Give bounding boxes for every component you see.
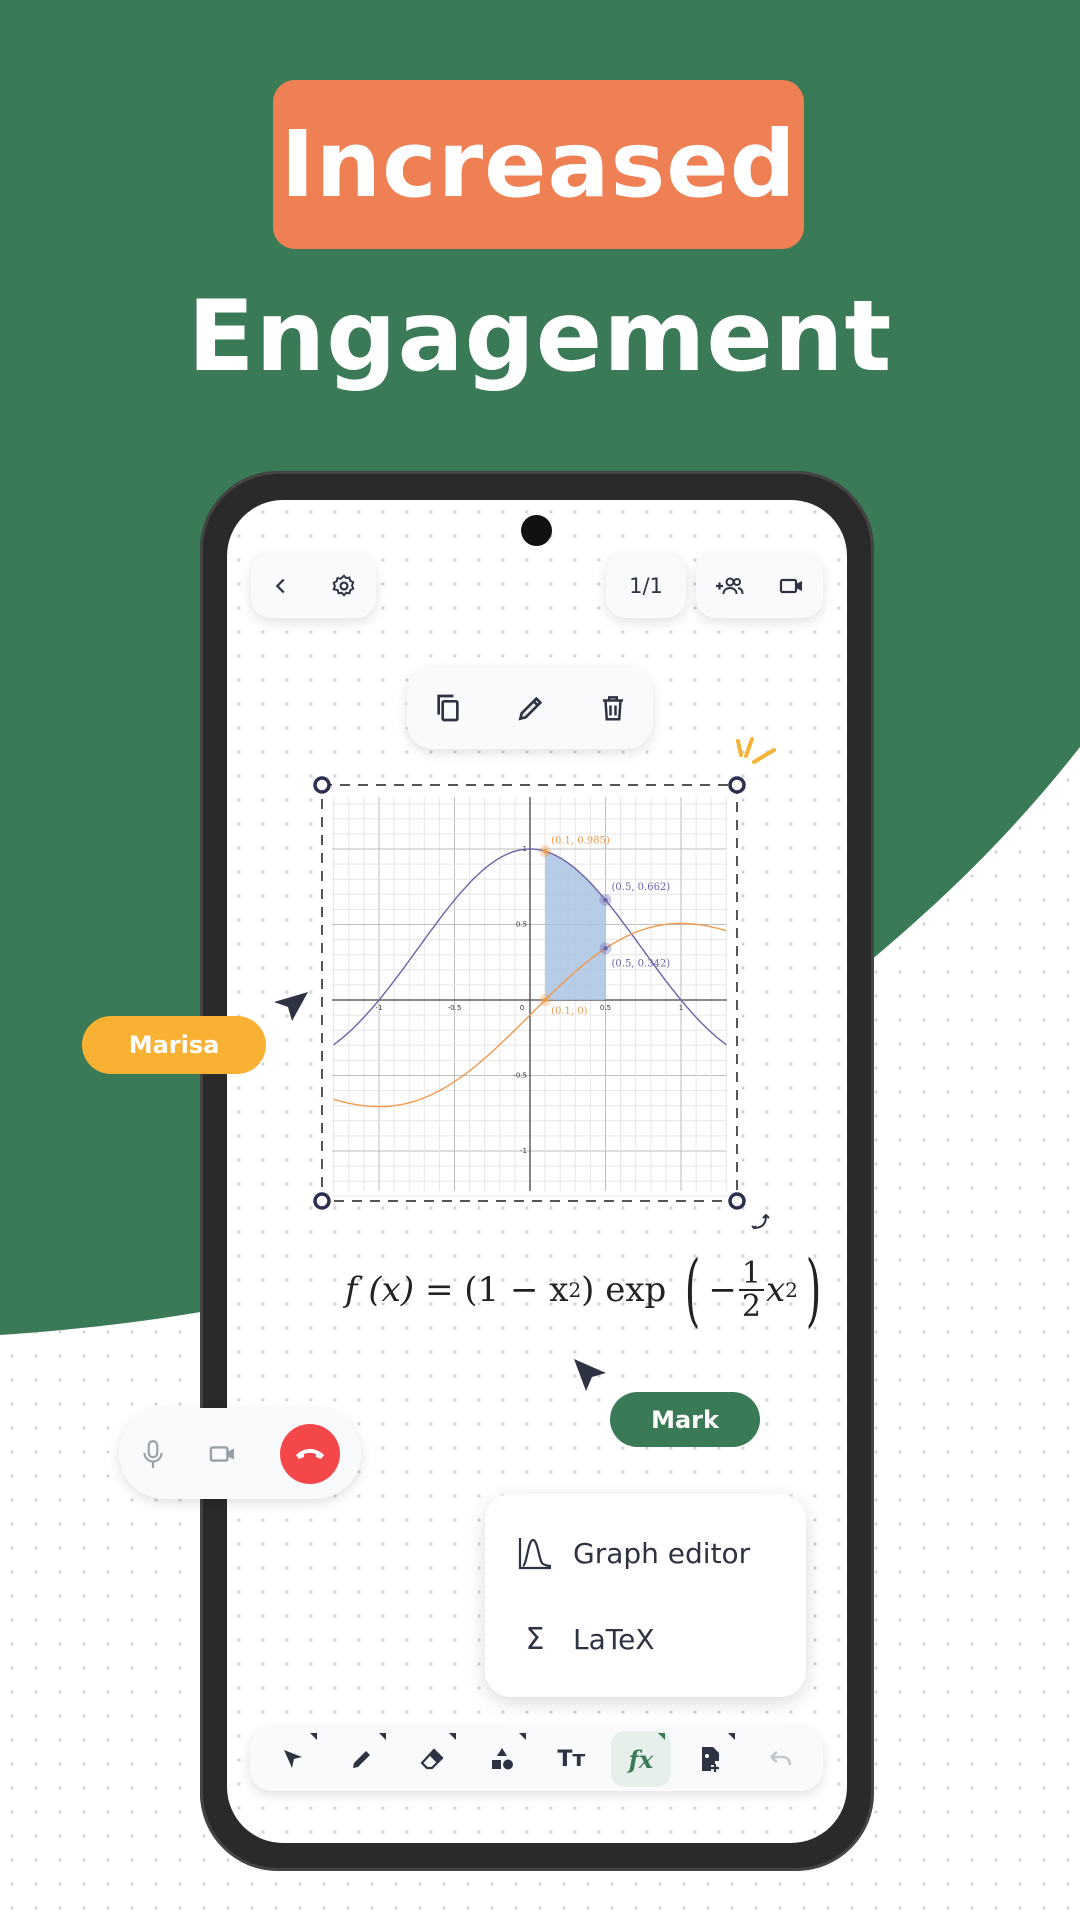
sigma-icon: Σ: [525, 1622, 545, 1657]
data-point-label: (0.1, 0.985): [551, 835, 610, 846]
call-controls: [119, 1408, 361, 1499]
function-icon: fx: [628, 1744, 654, 1774]
video-camera-icon[interactable]: [208, 1443, 238, 1465]
graph-object[interactable]: -1 -0.5 0 0.5 110.5-0.5-1(0.1, 0.985)(0.5, 0…: [310, 770, 750, 1210]
function-tool-button[interactable]: fx: [610, 1731, 671, 1787]
resize-handle[interactable]: [728, 1192, 746, 1210]
eraser-icon: [420, 1748, 444, 1770]
menu-item-latex[interactable]: Σ LaTeX: [517, 1622, 655, 1657]
data-point: [603, 897, 608, 903]
select-arrow-icon: [283, 1750, 302, 1768]
bottom-toolbar: Tт fx: [250, 1727, 823, 1791]
x-tick-label: 1: [679, 1004, 683, 1012]
text-icon: Tт: [557, 1746, 586, 1772]
copy-icon[interactable]: [432, 692, 464, 724]
formula-part1: (1 − x: [464, 1270, 569, 1310]
data-point-label: (0.5, 0.662): [612, 882, 671, 893]
pen-tool-button[interactable]: [332, 1731, 392, 1787]
top-right-controls: [696, 553, 823, 618]
headline-badge: Increased: [273, 80, 804, 249]
menu-item-graph-editor[interactable]: Graph editor: [517, 1536, 750, 1570]
graph-curve-icon: [518, 1538, 552, 1570]
right-paren: ): [805, 1243, 822, 1336]
formula-close: ): [581, 1270, 595, 1310]
resize-handle[interactable]: [313, 1192, 331, 1210]
pencil-icon[interactable]: [515, 692, 547, 724]
x-tick-label: -1: [376, 1004, 383, 1012]
data-point-label: (0.1, 0): [551, 1006, 588, 1017]
formula-fraction: 12: [738, 1257, 764, 1324]
x-tick-label: -0.5: [448, 1004, 462, 1012]
selection-context-toolbar: [407, 667, 653, 749]
formula-f: f: [345, 1270, 358, 1310]
formula-x: x: [765, 1270, 786, 1310]
x-tick-label: 0.5: [600, 1004, 611, 1012]
insert-image-button[interactable]: [681, 1731, 741, 1787]
left-paren: (: [684, 1243, 701, 1336]
data-point: [542, 849, 548, 854]
y-tick-label: -1: [520, 1147, 527, 1155]
chevron-left-icon[interactable]: [270, 575, 292, 597]
x-tick-label: 0: [520, 1004, 524, 1012]
page-indicator[interactable]: 1/1: [606, 553, 686, 618]
fraction-num: 1: [738, 1257, 764, 1291]
trash-icon[interactable]: [598, 692, 628, 724]
rotate-handle-icon[interactable]: [748, 1210, 772, 1234]
insert-image-icon: [701, 1747, 719, 1772]
data-point: [603, 946, 608, 951]
insert-menu: Graph editor Σ LaTeX: [485, 1494, 806, 1697]
latex-formula[interactable]: f (x) = (1 − x 2) exp (−1 2 x 2): [345, 1250, 829, 1330]
add-people-icon[interactable]: [714, 574, 744, 598]
cursor-arrow-icon: [574, 1359, 606, 1391]
data-point: [542, 997, 548, 1003]
data-point-label: (0.5, 0.342): [612, 958, 671, 969]
resize-handle[interactable]: [728, 776, 746, 794]
formula-sup2: 2: [785, 1278, 798, 1302]
shapes-icon: [491, 1748, 513, 1770]
hang-up-button[interactable]: [280, 1423, 340, 1484]
formula-eq: =: [424, 1270, 454, 1310]
undo-icon: [770, 1751, 792, 1766]
microphone-icon[interactable]: [140, 1438, 166, 1470]
eraser-tool-button[interactable]: [402, 1731, 462, 1787]
hang-up-icon: [296, 1448, 324, 1459]
collaborator-label-mark: Mark: [610, 1392, 760, 1447]
select-tool-button[interactable]: [263, 1731, 323, 1787]
collaborator-label-marisa: Marisa: [82, 1016, 266, 1074]
pen-icon: [353, 1751, 371, 1768]
fraction-den: 2: [741, 1289, 761, 1324]
text-tool-button[interactable]: Tт: [541, 1731, 601, 1787]
front-camera: [521, 515, 552, 546]
menu-item-label: Graph editor: [573, 1536, 751, 1570]
y-tick-label: 0.5: [516, 921, 527, 929]
shapes-tool-button[interactable]: [472, 1731, 532, 1787]
top-left-controls: [251, 553, 376, 618]
formula-exp: exp: [605, 1270, 667, 1310]
y-tick-label: -0.5: [513, 1072, 527, 1080]
menu-item-label: LaTeX: [573, 1623, 655, 1656]
gear-icon[interactable]: [331, 573, 357, 599]
headline-subtitle: Engagement: [187, 280, 893, 394]
resize-handle[interactable]: [313, 776, 331, 794]
formula-sup: 2: [568, 1278, 582, 1302]
formula-minus: −: [708, 1270, 737, 1310]
formula-var: (x): [368, 1270, 415, 1310]
cursor-arrow-icon: [274, 992, 308, 1021]
undo-button[interactable]: [750, 1731, 810, 1787]
video-camera-icon[interactable]: [779, 576, 805, 596]
